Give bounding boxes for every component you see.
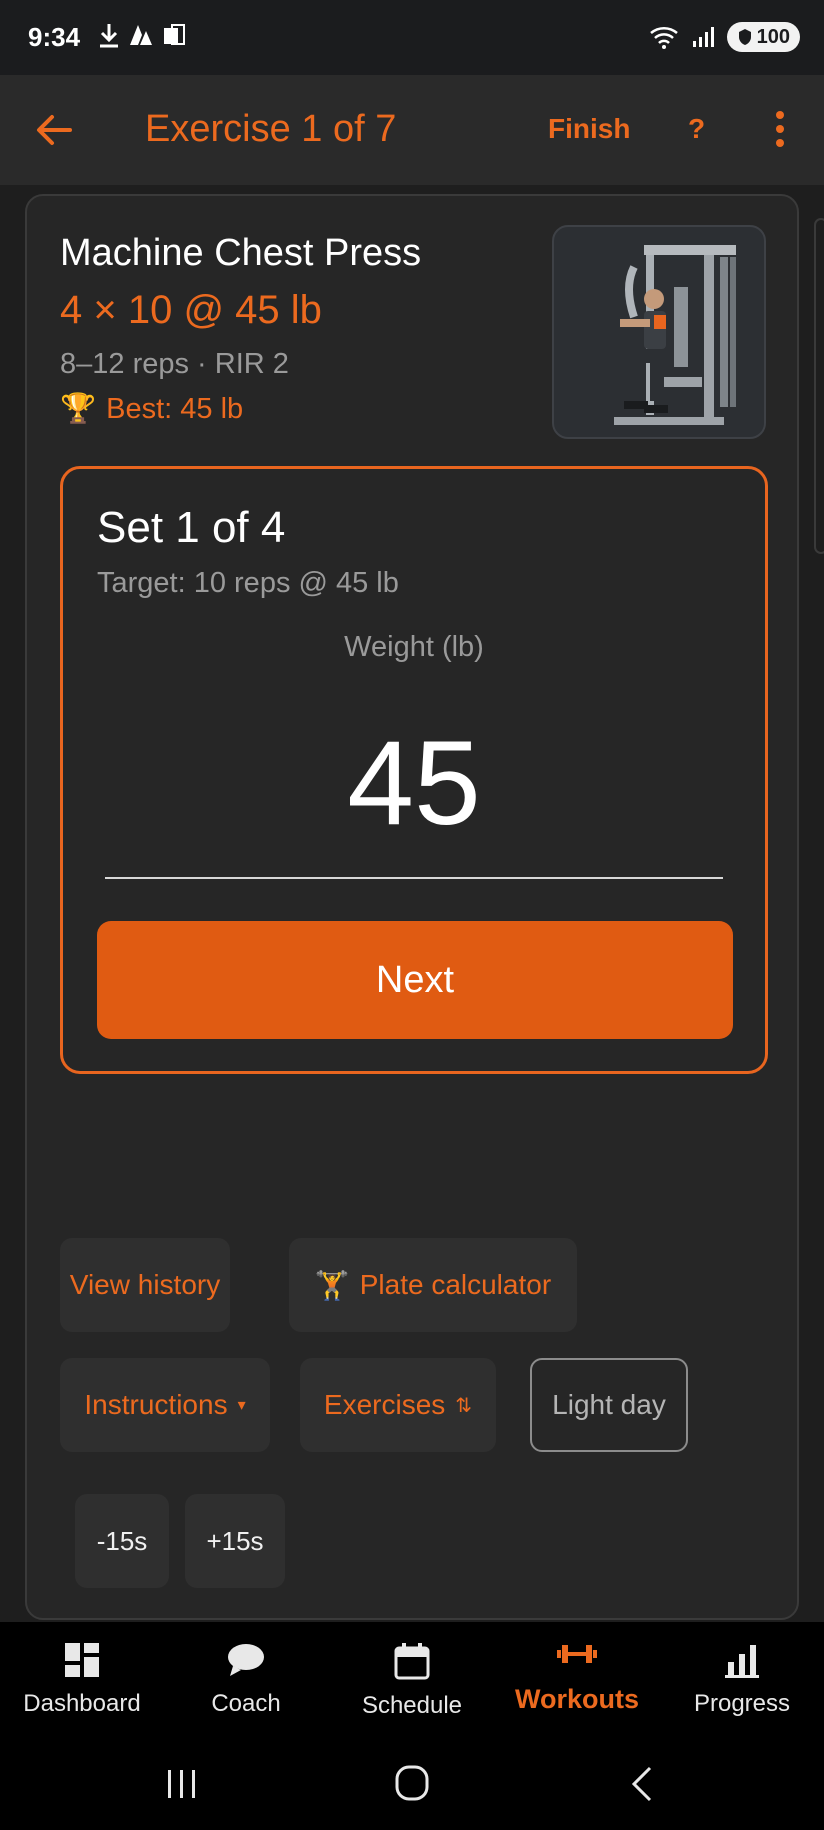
exercise-card: Machine Chest Press 4 × 10 @ 45 lb 8–12 … — [25, 194, 799, 1620]
signal-icon — [692, 27, 714, 47]
bottom-navigation: Dashboard Coach Schedule Workouts Progre… — [0, 1622, 824, 1740]
status-bar: 9:34 100 — [0, 0, 824, 75]
weight-label: Weight (lb) — [344, 631, 484, 663]
dumbbell-icon — [557, 1645, 597, 1663]
calendar-icon — [394, 1643, 430, 1680]
home-icon — [395, 1765, 429, 1801]
home-button[interactable] — [382, 1762, 442, 1806]
system-navigation-bar — [0, 1740, 824, 1830]
back-button[interactable] — [30, 105, 80, 155]
nav-dashboard-label: Dashboard — [23, 1690, 141, 1717]
light-day-toggle[interactable]: Light day — [530, 1358, 688, 1452]
nav-coach[interactable]: Coach — [164, 1622, 328, 1740]
wifi-icon — [649, 26, 678, 49]
nav-workouts-label: Workouts — [514, 1684, 639, 1714]
more-options-button[interactable] — [770, 107, 790, 151]
nav-coach-label: Coach — [211, 1690, 281, 1717]
view-history-button[interactable]: View history — [60, 1238, 230, 1332]
battery-level: 100 — [756, 25, 790, 48]
page-title: Exercise 1 of 7 — [145, 108, 397, 150]
nav-workouts[interactable]: Workouts — [495, 1622, 659, 1740]
app-bar: Exercise 1 of 7 Finish ? — [0, 75, 824, 185]
device-icon — [164, 24, 185, 45]
system-back-button[interactable] — [612, 1762, 672, 1806]
rest-minus-15-button[interactable]: -15s — [75, 1494, 169, 1588]
help-button[interactable]: ? — [688, 113, 705, 145]
instructions-label: Instructions — [84, 1389, 228, 1420]
bar-chart-icon — [725, 1645, 759, 1678]
plate-calculator-label: Plate calculator — [359, 1269, 552, 1300]
exercise-image[interactable] — [552, 225, 766, 439]
exercise-meta: 8–12 reps · RIR 2 — [60, 348, 289, 380]
personal-best: 🏆 Best: 45 lb — [60, 392, 243, 426]
more-vertical-icon — [776, 111, 784, 147]
app-logo-icon — [130, 25, 152, 45]
nav-schedule[interactable]: Schedule — [330, 1622, 494, 1740]
plate-calculator-button[interactable]: 🏋 Plate calculator — [289, 1238, 577, 1332]
battery-indicator: 100 — [726, 22, 800, 52]
nav-progress[interactable]: Progress — [660, 1622, 824, 1740]
set-title: Set 1 of 4 — [97, 503, 286, 552]
rest-minus-15-label: -15s — [96, 1525, 148, 1556]
status-system-icons: 100 — [649, 22, 800, 52]
finish-button[interactable]: Finish — [548, 113, 630, 145]
reorder-icon: ⇅ — [455, 1394, 473, 1417]
view-history-label: View history — [69, 1269, 221, 1300]
arrow-left-icon — [37, 115, 72, 145]
trophy-icon: 🏆 — [60, 393, 97, 425]
weight-input-underline — [105, 877, 723, 879]
personal-best-label: Best: 45 lb — [106, 392, 244, 425]
weight-input[interactable]: 45 — [63, 723, 765, 843]
exercise-scheme: 4 × 10 @ 45 lb — [60, 288, 322, 332]
chest-press-machine-illustration — [614, 245, 736, 425]
download-icon — [100, 24, 118, 48]
exercises-label: Exercises — [323, 1389, 446, 1420]
recent-apps-icon — [168, 1770, 195, 1798]
status-time: 9:34 — [28, 22, 81, 52]
shield-icon — [738, 29, 751, 45]
next-button[interactable]: Next — [97, 921, 733, 1039]
weightlifter-icon: 🏋 — [314, 1269, 350, 1301]
dashboard-icon — [65, 1643, 99, 1677]
chevron-left-icon — [631, 1766, 652, 1802]
rest-plus-15-button[interactable]: +15s — [185, 1494, 285, 1588]
exercise-name: Machine Chest Press — [60, 232, 422, 274]
chat-icon — [228, 1644, 264, 1676]
nav-progress-label: Progress — [693, 1690, 791, 1717]
set-target: Target: 10 reps @ 45 lb — [97, 567, 399, 599]
status-notification-icons — [98, 22, 186, 48]
rest-plus-15-label: +15s — [206, 1525, 264, 1556]
caret-down-icon: ▾ — [237, 1397, 246, 1414]
nav-dashboard[interactable]: Dashboard — [0, 1622, 164, 1740]
nav-schedule-label: Schedule — [361, 1692, 463, 1719]
next-card-peek — [814, 218, 824, 554]
light-day-label: Light day — [552, 1389, 666, 1420]
instructions-button[interactable]: Instructions ▾ — [60, 1358, 270, 1452]
recent-apps-button[interactable] — [152, 1762, 212, 1806]
set-entry-panel: Set 1 of 4 Target: 10 reps @ 45 lb Weigh… — [60, 466, 768, 1074]
exercises-button[interactable]: Exercises ⇅ — [300, 1358, 496, 1452]
